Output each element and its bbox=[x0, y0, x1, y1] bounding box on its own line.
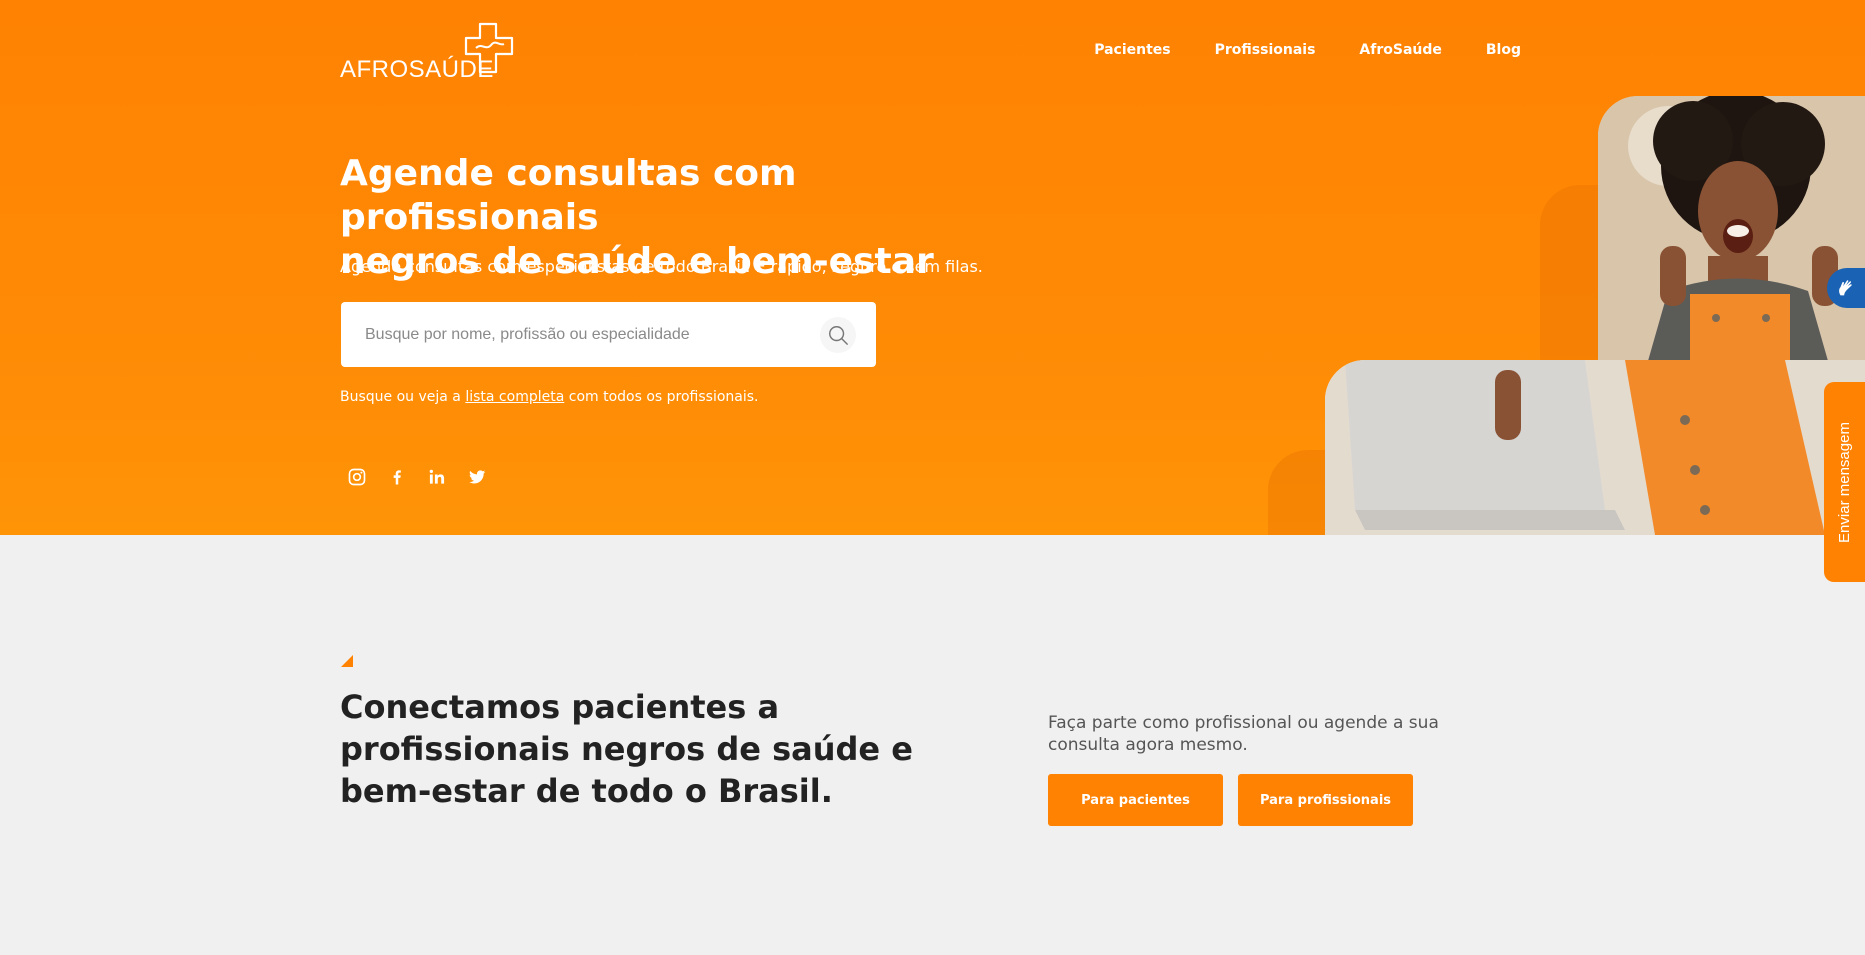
logo[interactable]: AFROSAÚDE bbox=[340, 22, 520, 83]
send-message-label: Enviar mensagem bbox=[1836, 421, 1854, 543]
hero-note-prefix: Busque ou veja a bbox=[340, 389, 466, 405]
hero-note: Busque ou veja a lista completa com todo… bbox=[340, 389, 759, 405]
section-title: Conectamos pacientes a profissionais neg… bbox=[340, 688, 913, 810]
hero-note-suffix: com todos os profissionais. bbox=[564, 389, 759, 405]
twitter-icon[interactable] bbox=[466, 466, 488, 488]
facebook-icon[interactable] bbox=[386, 466, 408, 488]
send-message-button[interactable]: Enviar mensagem bbox=[1824, 382, 1865, 582]
for-patients-button[interactable]: Para pacientes bbox=[1048, 774, 1223, 826]
nav-blog[interactable]: Blog bbox=[1486, 42, 1521, 58]
hero-photo bbox=[1325, 96, 1865, 535]
search-icon bbox=[829, 326, 848, 345]
logo-cross-icon bbox=[464, 22, 514, 74]
hero-photo-woman bbox=[1598, 96, 1865, 361]
social-links bbox=[346, 466, 488, 488]
search-input[interactable] bbox=[365, 320, 805, 350]
accessibility-libras-button[interactable] bbox=[1827, 268, 1865, 308]
nav-afrosaude[interactable]: AfroSaúde bbox=[1359, 42, 1441, 58]
hands-icon bbox=[1839, 280, 1852, 296]
search-button[interactable] bbox=[820, 317, 856, 353]
for-professionals-button[interactable]: Para profissionais bbox=[1238, 774, 1413, 826]
main-nav: Pacientes Profissionais AfroSaúde Blog bbox=[1094, 42, 1521, 58]
instagram-icon[interactable] bbox=[346, 466, 368, 488]
section-text: Faça parte como profissional ou agende a… bbox=[1048, 713, 1439, 755]
linkedin-icon[interactable] bbox=[426, 466, 448, 488]
nav-profissionais[interactable]: Profissionais bbox=[1215, 42, 1316, 58]
nav-pacientes[interactable]: Pacientes bbox=[1094, 42, 1170, 58]
section-marker bbox=[341, 655, 353, 667]
hero-section: AFROSAÚDE Pacientes Profissionais AfroSa… bbox=[0, 0, 1865, 535]
full-list-link[interactable]: lista completa bbox=[465, 389, 564, 405]
hero-title-line1: Agende consultas com profissionais bbox=[340, 153, 797, 238]
search-box bbox=[341, 302, 876, 367]
hero-photo-laptop bbox=[1325, 360, 1865, 535]
hero-subtitle: Agende consultas com especialistas de to… bbox=[340, 257, 983, 276]
